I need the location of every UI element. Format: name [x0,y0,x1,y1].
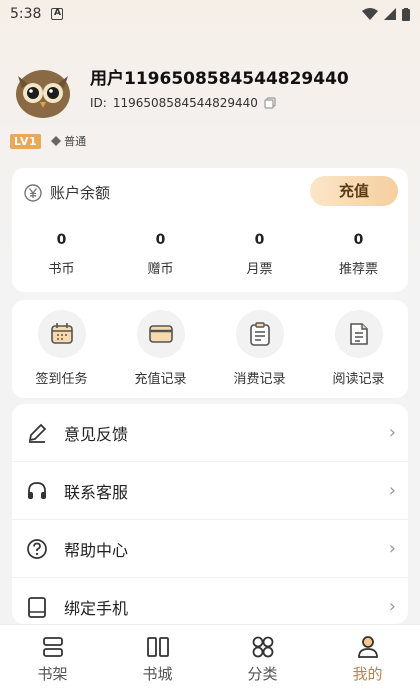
settings-menu: 意见反馈 › 联系客服 › 帮助中心 › 绑定手机 › [12,404,408,624]
nav-mine[interactable]: 我的 [315,625,420,700]
user-id-row: ID: 1196508584544829440 [90,96,276,110]
stat-monthly-tickets[interactable]: 0 月票 [210,232,309,277]
balance-stats: 0 书币 0 赠币 0 月票 0 推荐票 [12,232,408,277]
action-spending-records[interactable]: 消费记录 [210,300,309,398]
store-icon [146,637,169,657]
menu-item-help-center[interactable]: 帮助中心 › [12,520,408,578]
level-badge: LV1 [10,133,42,149]
chevron-right-icon: › [388,538,396,559]
tier-badge: 普通 [51,133,86,149]
stat-label: 赠币 [147,262,174,277]
action-label: 消费记录 [233,372,286,387]
stat-recommend-tickets[interactable]: 0 推荐票 [309,232,408,277]
balance-card: 账户余额 充值 0 书币 0 赠币 0 月票 0 推荐票 [12,168,408,292]
recharge-button[interactable]: 充值 [310,176,398,206]
nav-label: 我的 [352,665,383,683]
action-recharge-records[interactable]: 充值记录 [111,300,210,398]
phone-icon [24,594,50,620]
action-label: 充值记录 [134,372,187,387]
signal-icon [384,8,396,20]
pen-icon [24,420,50,446]
action-label: 签到任务 [35,372,88,387]
wifi-icon [362,8,378,20]
username: 用户1196508584544829440 [90,69,349,89]
profile-header: 用户1196508584544829440 ID: 11965085845448… [14,58,414,128]
avatar[interactable] [14,62,72,120]
balance-title: 账户余额 [50,184,111,202]
stat-value: 0 [56,232,67,248]
stat-label: 推荐票 [338,262,378,277]
menu-item-customer-service[interactable]: 联系客服 › [12,462,408,520]
chevron-right-icon: › [388,596,396,617]
nav-label: 书架 [37,665,68,683]
bottom-nav: 书架 书城 分类 我的 [0,624,420,700]
stat-label: 书币 [48,262,75,277]
stat-value: 0 [353,232,364,248]
nav-bookshelf[interactable]: 书架 [0,625,105,700]
menu-label: 联系客服 [64,482,129,502]
menu-item-feedback[interactable]: 意见反馈 › [12,404,408,462]
action-sign-in-tasks[interactable]: 签到任务 [12,300,111,398]
user-id-value: 1196508584544829440 [112,96,258,110]
nav-bookstore[interactable]: 书城 [105,625,210,700]
action-label: 阅读记录 [332,372,385,387]
help-icon [24,536,50,562]
owl-avatar-icon [16,70,70,118]
calendar-icon [37,310,86,358]
status-bar: 5:38 A [0,0,420,28]
status-time: 5:38 [10,6,42,22]
notification-icon: A [51,8,64,20]
nav-category[interactable]: 分类 [210,625,315,700]
nav-label: 书城 [142,665,173,683]
user-icon [357,636,378,658]
stat-label: 月票 [246,262,273,277]
clipboard-icon [235,310,284,358]
stat-value: 0 [254,232,265,248]
stat-book-coins[interactable]: 0 书币 [12,232,111,277]
category-icon [252,636,273,658]
quick-actions-card: 签到任务 充值记录 消费记录 阅读记录 [12,300,408,398]
user-id-label: ID: [90,96,107,110]
tier-label: 普通 [64,135,87,148]
menu-item-bind-phone[interactable]: 绑定手机 › [12,578,408,624]
action-reading-records[interactable]: 阅读记录 [309,300,408,398]
battery-icon [402,7,410,21]
headset-icon [24,478,50,504]
chevron-right-icon: › [388,480,396,501]
balance-header: 账户余额 [24,182,110,203]
menu-label: 意见反馈 [64,424,129,444]
chevron-right-icon: › [388,422,396,443]
nav-label: 分类 [247,665,278,683]
menu-label: 绑定手机 [64,598,129,618]
yen-coin-icon [24,183,42,202]
menu-label: 帮助中心 [64,540,129,560]
stat-gift-coins[interactable]: 0 赠币 [111,232,210,277]
user-badges: LV1 普通 [10,133,86,149]
stat-value: 0 [155,232,166,248]
document-icon [334,310,383,358]
shelf-icon [42,637,63,657]
copy-icon[interactable] [264,97,276,109]
card-icon [136,310,185,358]
diamond-icon [51,136,62,146]
